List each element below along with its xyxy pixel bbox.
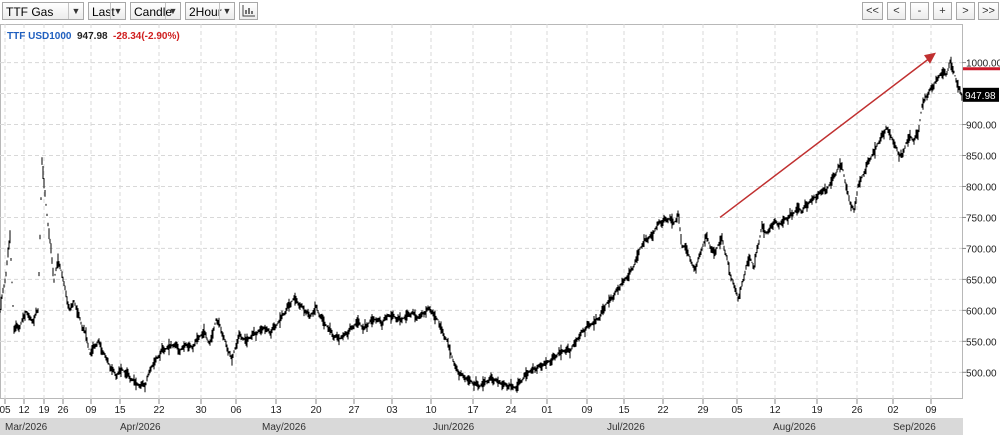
x-tick-label: 22 xyxy=(657,405,669,416)
x-tick-label: 15 xyxy=(618,405,630,416)
y-tick-label: 1000.00 xyxy=(966,59,1000,70)
x-tick-label: 17 xyxy=(467,405,479,416)
chevron-down-icon: ▼ xyxy=(110,3,125,19)
x-tick-label: 09 xyxy=(85,405,97,416)
x-tick-label: 15 xyxy=(114,405,126,416)
x-tick-label: 20 xyxy=(310,405,322,416)
scroll-last-button[interactable]: >> xyxy=(978,2,999,20)
price-type-select[interactable]: Last ▼ xyxy=(88,2,126,20)
last-price-badge: 947.98 xyxy=(963,87,999,102)
legend-symbol: TTF USD1000 xyxy=(7,31,72,42)
symbol-select[interactable]: TTF Gas ▼ xyxy=(2,2,84,20)
x-axis-months: Mar/2026 Apr/2026 May/2026 Jun/2026 Jul/2026… xyxy=(5,422,936,433)
x-tick-label: 05 xyxy=(731,405,743,416)
x-tick-label: 30 xyxy=(195,405,207,416)
x-tick-label: 22 xyxy=(153,405,165,416)
x-tick-label: 01 xyxy=(541,405,553,416)
symbol-select-label: TTF Gas xyxy=(6,5,54,19)
bar-chart-icon[interactable] xyxy=(239,2,258,20)
y-tick-label: 850.00 xyxy=(966,152,997,163)
chevron-down-icon: ▼ xyxy=(165,3,180,19)
month-label: Jun/2026 xyxy=(433,422,475,433)
x-tick-label: 06 xyxy=(230,405,242,416)
x-tick-label: 19 xyxy=(38,405,50,416)
y-tick-label: 800.00 xyxy=(966,182,997,193)
chevron-down-icon: ▼ xyxy=(68,3,83,19)
month-label: Apr/2026 xyxy=(120,422,161,433)
x-tick-label: 29 xyxy=(697,405,709,416)
x-tick-label: 10 xyxy=(425,405,437,416)
x-tick-label: 24 xyxy=(505,405,517,416)
month-label: Jul/2026 xyxy=(607,422,645,433)
x-tick-label: 12 xyxy=(18,405,30,416)
x-tick-label: 03 xyxy=(386,405,398,416)
x-tick-label: 26 xyxy=(57,405,69,416)
y-axis: 500.00 550.00 600.00 650.00 700.00 750.00 800.… xyxy=(962,59,1000,379)
interval-label: 2Hour xyxy=(189,5,222,19)
zoom-in-button[interactable]: + xyxy=(933,2,952,20)
chart-style-select[interactable]: Candle ▼ xyxy=(130,2,181,20)
month-label: Mar/2026 xyxy=(5,422,48,433)
interval-select[interactable]: 2Hour ▼ xyxy=(185,2,235,20)
scroll-forward-button[interactable]: > xyxy=(956,2,975,20)
y-tick-label: 900.00 xyxy=(966,121,997,132)
chart-toolbar: TTF Gas ▼ Last ▼ Candle ▼ 2Hour ▼ << < -… xyxy=(0,0,1000,24)
x-tick-label: 12 xyxy=(769,405,781,416)
plot-area xyxy=(0,24,963,399)
x-tick-label: 26 xyxy=(851,405,863,416)
x-tick-label: 13 xyxy=(270,405,282,416)
y-tick-label: 500.00 xyxy=(966,368,997,379)
month-label: Aug/2026 xyxy=(773,422,816,433)
month-label: May/2026 xyxy=(262,422,306,433)
y-tick-label: 700.00 xyxy=(966,244,997,255)
price-chart[interactable]: 500.00 550.00 600.00 650.00 700.00 750.00 800.… xyxy=(0,24,1000,435)
x-tick-label: 05 xyxy=(0,405,11,416)
last-price-label: 947.98 xyxy=(965,91,996,102)
chevron-down-icon: ▼ xyxy=(219,3,234,19)
month-label: Sep/2026 xyxy=(893,422,936,433)
y-tick-label: 550.00 xyxy=(966,337,997,348)
legend-change: -28.34(-2.90%) xyxy=(113,31,180,42)
y-tick-label: 650.00 xyxy=(966,275,997,286)
y-tick-label: 600.00 xyxy=(966,306,997,317)
x-tick-label: 19 xyxy=(811,405,823,416)
x-tick-label: 09 xyxy=(581,405,593,416)
x-tick-label: 27 xyxy=(348,405,360,416)
scroll-first-button[interactable]: << xyxy=(862,2,883,20)
y-tick-label: 750.00 xyxy=(966,213,997,224)
zoom-out-button[interactable]: - xyxy=(910,2,929,20)
x-tick-label: 09 xyxy=(925,405,937,416)
legend-last: 947.98 xyxy=(77,31,108,42)
x-tick-label: 02 xyxy=(887,405,899,416)
scroll-back-button[interactable]: < xyxy=(887,2,906,20)
